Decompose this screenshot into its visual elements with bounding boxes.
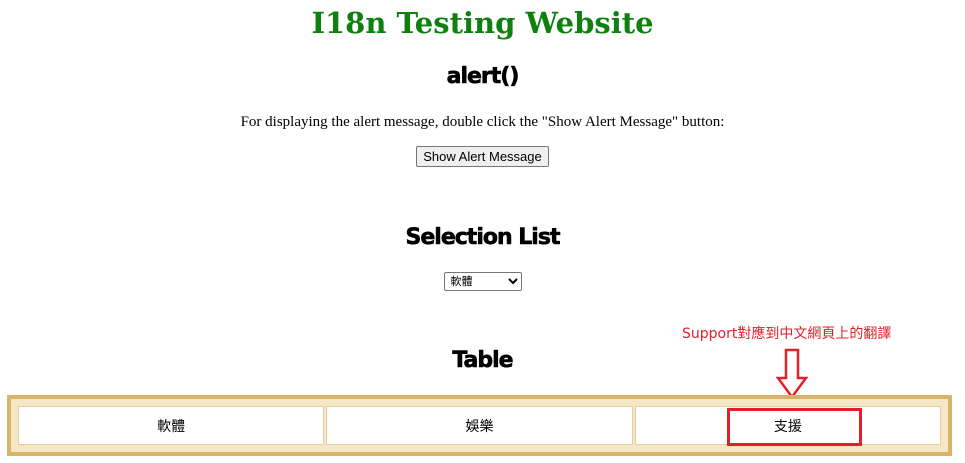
support-highlight-box	[727, 408, 862, 446]
show-alert-message-button[interactable]: Show Alert Message	[416, 146, 549, 167]
alert-button-container: Show Alert Message	[0, 146, 965, 167]
table-cell-software: 軟體	[18, 406, 325, 445]
selection-list-container: 軟體	[0, 272, 965, 291]
selection-list-heading: Selection List	[405, 225, 561, 251]
alert-section-heading: alert()	[446, 64, 519, 90]
category-select[interactable]: 軟體	[443, 272, 522, 291]
annotation-text: Support對應到中文網頁上的翻譯	[682, 326, 892, 342]
page-title: I18n Testing Website	[311, 6, 654, 40]
table-cell-entertainment: 娛樂	[326, 406, 633, 445]
alert-instruction-text: For displaying the alert message, double…	[240, 114, 725, 130]
table-section-heading: Table	[452, 348, 514, 374]
